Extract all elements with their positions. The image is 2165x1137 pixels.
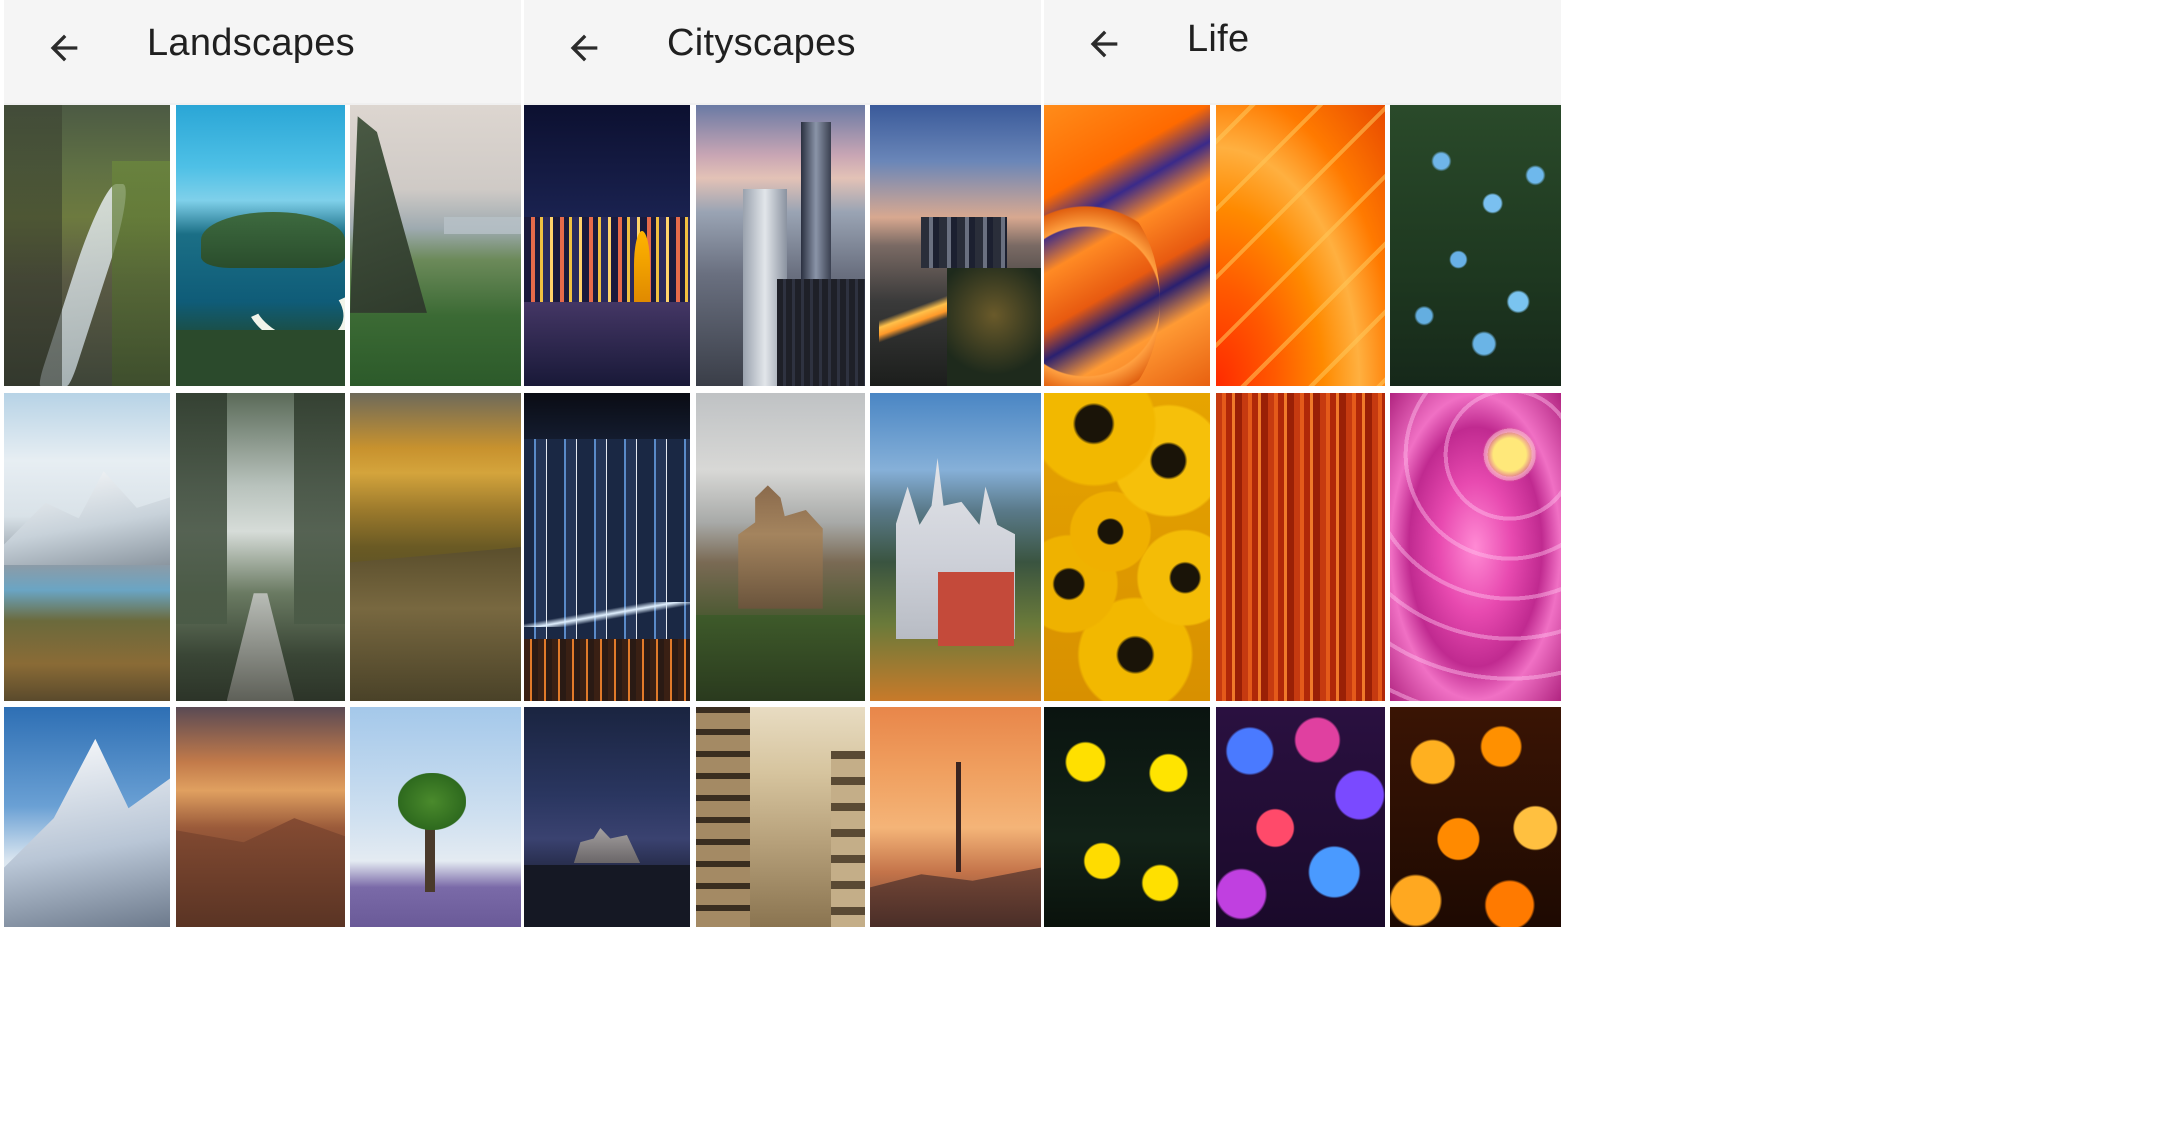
wallpaper-thumbnail-misty-forest-road[interactable] bbox=[176, 393, 345, 701]
thumbnail-layer bbox=[696, 707, 751, 927]
wallpaper-category-panel: Life bbox=[1044, 0, 1561, 1137]
wallpaper-thumbnail-orange-sunset-tower[interactable] bbox=[870, 707, 1041, 927]
thumbnail-layer bbox=[946, 267, 1041, 386]
wallpaper-thumbnail-red-orange-streaks[interactable] bbox=[1216, 393, 1385, 701]
thumbnail-layer bbox=[878, 259, 947, 386]
thumbnail-layer bbox=[350, 116, 427, 313]
wallpaper-thumbnail-orange-abstract-waves[interactable] bbox=[1044, 105, 1210, 386]
thumbnail-layer bbox=[444, 217, 521, 235]
thumbnail-layer bbox=[1216, 105, 1385, 386]
thumbnail-layer bbox=[226, 593, 295, 701]
wallpaper-thumbnail-cliff-green-plains[interactable] bbox=[350, 105, 521, 386]
thumbnail-layer bbox=[350, 547, 521, 701]
app-bar: Landscapes bbox=[4, 0, 521, 105]
wallpaper-thumbnail-mountain-valley-river[interactable] bbox=[4, 105, 170, 386]
wallpaper-thumbnail-blue-forget-me-nots[interactable] bbox=[1390, 105, 1561, 386]
back-button[interactable] bbox=[1074, 14, 1134, 74]
arrow-left-icon bbox=[570, 34, 598, 62]
thumbnail-layer bbox=[938, 571, 1014, 646]
wallpaper-thumbnail-golden-canyon-cliffs[interactable] bbox=[350, 393, 521, 701]
thumbnail-layer bbox=[524, 301, 690, 386]
wallpaper-thumbnail-sepia-street[interactable] bbox=[696, 707, 865, 927]
app-bar: Cityscapes bbox=[524, 0, 1041, 105]
thumbnail-layer bbox=[176, 818, 345, 927]
thumbnail-layer bbox=[1390, 393, 1561, 701]
back-button[interactable] bbox=[554, 18, 614, 78]
thumbnail-layer bbox=[831, 751, 865, 927]
wallpaper-category-panel: Landscapes bbox=[4, 0, 521, 1137]
thumbnail-layer bbox=[176, 329, 345, 386]
thumbnail-layer bbox=[738, 485, 823, 609]
arrow-left-icon bbox=[50, 34, 78, 62]
thumbnail-layer bbox=[397, 773, 467, 831]
wallpaper-thumbnail-turquoise-bay-coast[interactable] bbox=[176, 105, 345, 386]
wallpaper-thumbnail-city-highway-dusk[interactable] bbox=[870, 105, 1041, 386]
app-bar: Life bbox=[1044, 0, 1561, 105]
wallpaper-thumbnail-yellow-tulips-dark[interactable] bbox=[1044, 707, 1210, 927]
wallpaper-thumbnail-colorful-bokeh[interactable] bbox=[1216, 707, 1385, 927]
wallpaper-grid bbox=[4, 105, 521, 1137]
thumbnail-layer bbox=[4, 105, 63, 386]
thumbnail-layer bbox=[524, 865, 690, 927]
thumbnail-layer bbox=[524, 217, 690, 302]
wallpaper-thumbnail-snowy-mountains-lake[interactable] bbox=[4, 393, 170, 701]
wallpaper-thumbnail-night-skyline-waterfront[interactable] bbox=[524, 105, 690, 386]
wallpaper-thumbnail-pink-dahlia[interactable] bbox=[1390, 393, 1561, 701]
thumbnail-layer bbox=[294, 393, 345, 624]
wallpaper-thumbnail-yellow-sunflowers[interactable] bbox=[1044, 393, 1210, 701]
arrow-left-icon bbox=[1090, 30, 1118, 58]
thumbnail-layer bbox=[777, 279, 865, 386]
wallpaper-thumbnail-orange-petals-macro[interactable] bbox=[1216, 105, 1385, 386]
thumbnail-layer bbox=[633, 231, 651, 302]
wallpaper-thumbnail-neon-city-night[interactable] bbox=[524, 393, 690, 701]
thumbnail-layer bbox=[573, 828, 641, 864]
wallpaper-thumbnail-skyscraper-sunset[interactable] bbox=[696, 105, 865, 386]
wallpaper-thumbnail-starry-night-town[interactable] bbox=[524, 707, 690, 927]
thumbnail-layer bbox=[955, 762, 961, 872]
category-title: Landscapes bbox=[147, 22, 355, 64]
thumbnail-layer bbox=[4, 738, 170, 927]
thumbnail-layer bbox=[111, 161, 170, 386]
thumbnail-layer bbox=[524, 602, 690, 628]
thumbnail-layer bbox=[176, 393, 227, 624]
thumbnail-layer bbox=[1044, 189, 1161, 386]
wallpaper-category-panel: Cityscapes bbox=[524, 0, 1041, 1137]
wallpaper-thumbnail-lone-tree-lavender[interactable] bbox=[350, 707, 521, 927]
thumbnail-layer bbox=[524, 639, 690, 701]
wallpaper-thumbnail-snow-peak[interactable] bbox=[4, 707, 170, 927]
thumbnail-layer bbox=[4, 471, 170, 566]
wallpaper-thumbnail-fairytale-castle[interactable] bbox=[870, 393, 1041, 701]
wallpaper-thumbnail-hilltop-castle[interactable] bbox=[696, 393, 865, 701]
back-button[interactable] bbox=[34, 18, 94, 78]
thumbnail-layer bbox=[201, 211, 345, 268]
category-title: Cityscapes bbox=[667, 22, 856, 64]
category-title: Life bbox=[1187, 18, 1250, 60]
wallpaper-thumbnail-orange-bokeh[interactable] bbox=[1390, 707, 1561, 927]
thumbnail-layer bbox=[696, 614, 865, 701]
wallpaper-grid bbox=[524, 105, 1041, 1137]
wallpaper-grid bbox=[1044, 105, 1561, 1137]
wallpaper-thumbnail-desert-canyon-sunset[interactable] bbox=[176, 707, 345, 927]
